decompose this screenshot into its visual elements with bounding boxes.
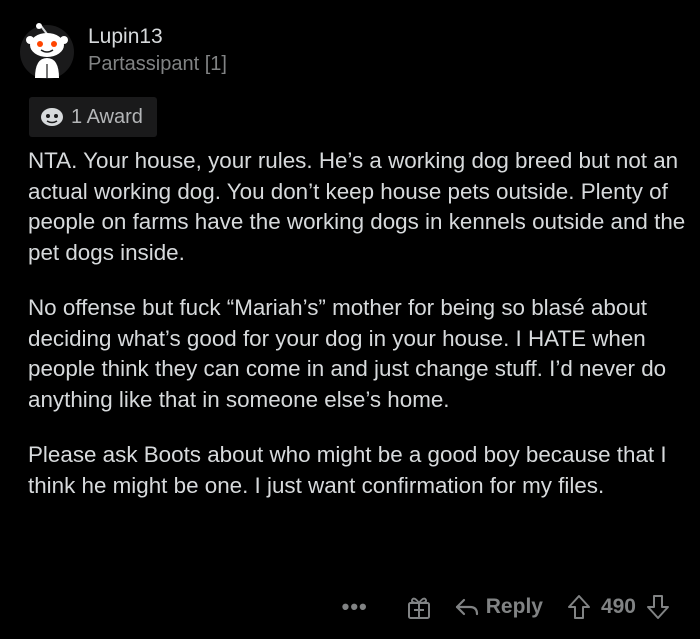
- comment: Lupin13 Partassipant [1] 1 Award NTA. Yo…: [0, 0, 700, 639]
- award-chip[interactable]: 1 Award: [29, 97, 157, 137]
- reply-label: Reply: [485, 595, 543, 618]
- downvote-arrow-icon[interactable]: [646, 594, 670, 620]
- reply-button[interactable]: Reply: [454, 595, 543, 619]
- avatar[interactable]: [19, 22, 75, 80]
- comment-body: NTA. Your house, your rules. He’s a work…: [28, 146, 688, 526]
- author-username[interactable]: Lupin13: [88, 24, 163, 50]
- author-flair: Partassipant [1]: [88, 53, 227, 75]
- comment-paragraph: NTA. Your house, your rules. He’s a work…: [28, 148, 686, 265]
- award-icon: [41, 108, 63, 126]
- give-award-icon[interactable]: [406, 594, 432, 620]
- comment-paragraph: No offense but fuck “Mariah’s” mother fo…: [28, 295, 667, 412]
- reply-arrow-icon: [455, 598, 478, 616]
- upvote-arrow-icon[interactable]: [567, 594, 591, 620]
- vote-score: 490: [600, 595, 636, 618]
- award-count-label: 1 Award: [71, 105, 143, 128]
- comment-paragraph: Please ask Boots about who might be a go…: [28, 442, 667, 498]
- more-options-button[interactable]: •••: [342, 594, 368, 620]
- comment-actions: ••• Reply 490: [342, 590, 670, 624]
- vote-controls: 490: [567, 594, 670, 620]
